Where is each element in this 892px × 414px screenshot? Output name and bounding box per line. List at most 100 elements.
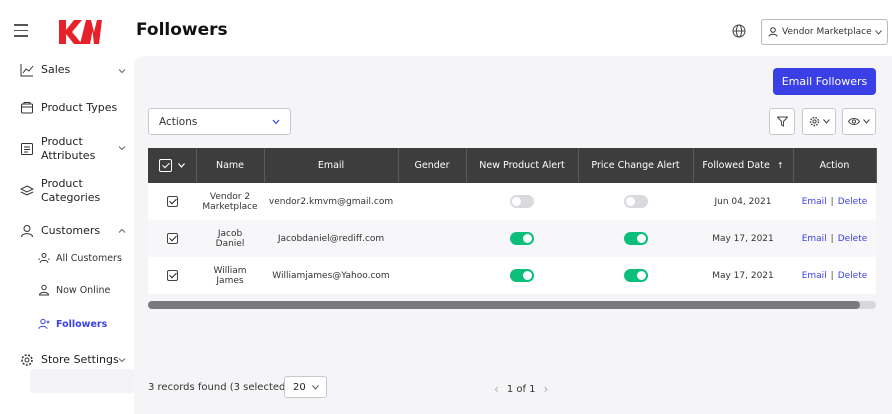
column-header-price-change-alert[interactable]: Price Change Alert (578, 148, 694, 183)
cell-followed-date: May 17, 2021 (693, 220, 793, 257)
user-follow-icon (38, 318, 50, 330)
column-header-name[interactable]: Name (196, 148, 265, 183)
sidebar-subitem-all-customers[interactable]: All Customers (38, 252, 122, 264)
filter-icon (776, 116, 788, 127)
new-product-alert-toggle[interactable] (510, 195, 534, 208)
cell-gender (398, 257, 466, 294)
per-page-select[interactable]: 20 (284, 376, 327, 398)
vendor-label: Vendor Marketplace (782, 27, 872, 37)
globe-icon[interactable] (732, 24, 746, 38)
filter-button[interactable] (769, 108, 795, 135)
chevron-down-icon[interactable] (177, 163, 185, 168)
vendor-account-button[interactable]: Vendor Marketplace (761, 19, 888, 45)
km-logo[interactable] (57, 18, 102, 46)
gear-icon (21, 354, 33, 366)
layers-icon (20, 185, 34, 196)
eye-icon (848, 118, 860, 125)
new-product-alert-toggle[interactable] (510, 269, 534, 282)
actions-dropdown[interactable]: Actions (148, 108, 291, 135)
cell-email: vendor2.kmvm@gmail.com (264, 183, 398, 220)
chevron-down-icon (822, 119, 830, 124)
user-online-icon (38, 284, 50, 296)
sidebar-item-product-categories[interactable]: Product Categories (20, 177, 116, 205)
table-row: Vendor 2 Marketplace vendor2.kmvm@gmail.c… (148, 183, 876, 220)
sidebar-item-product-attributes[interactable]: Product Attributes (20, 135, 120, 163)
delete-link[interactable]: Delete (838, 234, 868, 244)
chevron-down-icon[interactable] (118, 67, 126, 75)
records-summary: 3 records found (3 selected) (148, 382, 290, 393)
column-header-action: Action (793, 148, 877, 183)
sort-arrow-icon: ↑ (776, 161, 784, 170)
row-checkbox[interactable] (166, 196, 178, 207)
chevron-up-icon[interactable] (118, 227, 126, 235)
active-item-highlight (30, 369, 134, 393)
chevron-down-icon (272, 119, 280, 125)
cell-price-change-alert (578, 183, 693, 220)
cell-new-product-alert (466, 183, 578, 220)
cell-email: Williamjames@Yahoo.com (264, 257, 398, 294)
cell-followed-date: Jun 04, 2021 (693, 183, 793, 220)
column-header-email[interactable]: Email (264, 148, 399, 183)
sidebar-item-sales[interactable]: Sales (20, 63, 70, 77)
cell-action: Email | Delete (793, 183, 876, 220)
user-icon (21, 225, 33, 238)
cell-gender (398, 183, 466, 220)
content-area: Email Followers Actions Name Email Gende… (134, 56, 892, 414)
chevron-down-icon[interactable] (118, 144, 126, 152)
email-link[interactable]: Email (802, 234, 827, 244)
user-icon (768, 27, 778, 37)
chevron-down-icon[interactable] (118, 356, 126, 364)
sidebar: Sales Product Types Product Attributes P… (0, 58, 134, 414)
row-checkbox[interactable] (166, 233, 178, 244)
cell-action: Email | Delete (793, 257, 876, 294)
price-change-alert-toggle[interactable] (623, 269, 648, 282)
column-header-gender[interactable]: Gender (398, 148, 467, 183)
cell-price-change-alert (578, 220, 693, 257)
table-row: William James Williamjames@Yahoo.com May … (148, 257, 876, 294)
chart-line-icon (20, 64, 34, 77)
row-checkbox[interactable] (166, 270, 178, 281)
cell-new-product-alert (466, 257, 578, 294)
menu-icon[interactable] (14, 24, 28, 37)
pagination: ‹ 1 of 1 › (486, 382, 556, 396)
cell-action: Email | Delete (793, 220, 876, 257)
sidebar-subitem-followers[interactable]: Followers (38, 318, 107, 330)
list-icon (21, 143, 33, 155)
cell-new-product-alert (466, 220, 578, 257)
column-header-followed-date[interactable]: Followed Date ↑ (693, 148, 794, 183)
delete-link[interactable]: Delete (838, 271, 868, 281)
chevron-down-icon (311, 384, 319, 390)
page-indicator: 1 of 1 (506, 383, 536, 395)
settings-button[interactable] (802, 108, 836, 135)
sidebar-item-store-settings[interactable]: Store Settings (20, 353, 119, 367)
users-icon (38, 253, 50, 264)
table-header-row: Name Email Gender New Product Alert Pric… (148, 148, 877, 183)
view-options-button[interactable] (842, 108, 876, 135)
cell-name: William James (196, 257, 264, 294)
email-link[interactable]: Email (802, 271, 827, 281)
email-followers-button[interactable]: Email Followers (773, 68, 876, 95)
scrollbar-thumb[interactable] (148, 301, 860, 309)
sidebar-item-customers[interactable]: Customers (20, 224, 100, 238)
select-all-checkbox[interactable] (158, 159, 172, 172)
delete-link[interactable]: Delete (838, 197, 868, 207)
column-header-new-product-alert[interactable]: New Product Alert (466, 148, 579, 183)
horizontal-scrollbar[interactable] (148, 301, 876, 309)
new-product-alert-toggle[interactable] (510, 232, 534, 245)
price-change-alert-toggle[interactable] (623, 232, 648, 245)
next-page-icon[interactable]: › (544, 382, 549, 396)
sidebar-item-product-types[interactable]: Product Types (20, 101, 117, 115)
cell-name: Jacob Daniel (196, 220, 264, 257)
chevron-down-icon (874, 29, 882, 35)
page-title: Followers (136, 20, 228, 40)
folder-icon (21, 102, 33, 114)
cell-email: Jacobdaniel@rediff.com (264, 220, 398, 257)
sidebar-subitem-now-online[interactable]: Now Online (38, 284, 110, 296)
top-bar: Followers Vendor Marketplace (0, 0, 892, 58)
price-change-alert-toggle[interactable] (623, 195, 648, 208)
table-row: Jacob Daniel Jacobdaniel@rediff.com May 1… (148, 220, 876, 257)
email-link[interactable]: Email (802, 197, 827, 207)
prev-page-icon[interactable]: ‹ (494, 382, 499, 396)
select-all-header[interactable] (148, 148, 197, 183)
cell-price-change-alert (578, 257, 693, 294)
